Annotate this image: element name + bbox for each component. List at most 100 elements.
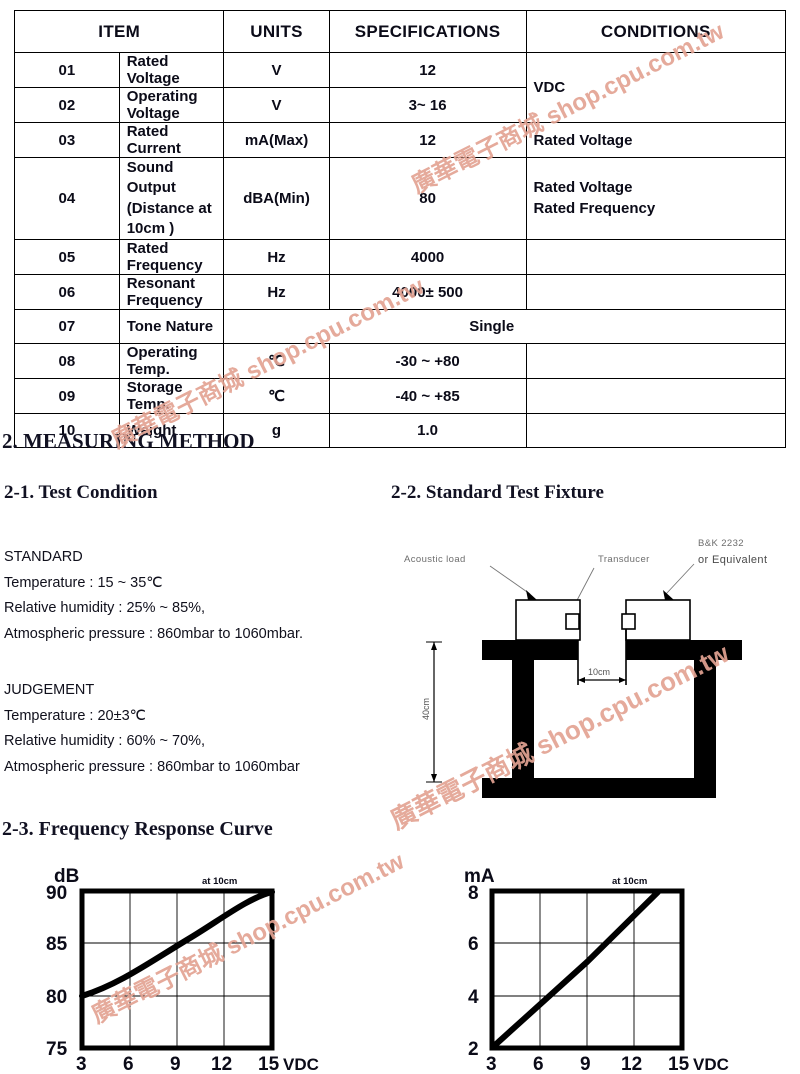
standard-test-fixture-diagram: Acoustic load Transducer B&K 2232 or Equ… (398, 520, 794, 805)
judgement-conditions-block: JUDGEMENT Temperature : 20±3℃ Relative h… (4, 678, 300, 780)
row-item: Operating Temp. (118, 343, 225, 379)
specifications-table: ITEM UNITS SPECIFICATIONS CONDITIONS 01 … (13, 10, 787, 448)
table-row: 03 Rated Current mA(Max) 12 Rated Voltag… (14, 122, 787, 158)
row-number: 08 (14, 343, 120, 379)
chart-db-annotation: at 10cm (202, 876, 237, 887)
table-row: 07 Tone Nature Single (14, 309, 786, 344)
row-specification: -40 ~ +85 (328, 378, 527, 414)
column-header-conditions: CONDITIONS (525, 10, 787, 53)
table-header-row: ITEM UNITS SPECIFICATIONS CONDITIONS (13, 10, 787, 53)
heading-measuring-method: 2. MEASURING METHOD (2, 429, 255, 453)
chart-ma-xtick-15: 15 (668, 1054, 690, 1070)
chart-ma-xtick-3: 3 (486, 1054, 497, 1070)
row-condition-line1: Rated Voltage (533, 179, 633, 197)
standard-title: STANDARD (4, 549, 83, 565)
row-condition: Rated Voltage (525, 122, 787, 158)
row-item: Rated Frequency (118, 239, 225, 275)
row-condition: Rated Voltage Rated Frequency (525, 157, 787, 240)
chart-ma-xlabel: VDC (693, 1055, 729, 1070)
table-row: 01 Rated Voltage V 12 VDC (14, 52, 787, 123)
row-item-line1: Sound Output (126, 159, 176, 197)
chart-db-xtick-9: 9 (170, 1054, 181, 1070)
judgement-humidity: Relative humidity : 60% ~ 70%, (4, 733, 206, 749)
row-item-line2: (Distance at 10cm ) (126, 199, 212, 237)
row-number: 04 (14, 157, 120, 240)
row-item: Tone Nature (118, 309, 225, 344)
chart-ma-ytick-6: 6 (468, 934, 479, 955)
table-row: 04 Sound Output (Distance at 10cm ) dBA(… (14, 157, 787, 240)
row-specification: 80 (328, 157, 527, 240)
row-condition (525, 413, 787, 448)
table-row: 08 Operating Temp. ℃ -30 ~ +80 (14, 343, 787, 379)
row-item: Resonant Frequency (118, 274, 225, 310)
row-specification: Single (223, 309, 786, 344)
chart-ma-line (491, 889, 661, 1049)
row-number: 02 (14, 87, 120, 123)
fixture-label-bk-model-line1: B&K 2232 (698, 538, 744, 549)
fixture-leader-arrows (526, 590, 674, 600)
row-item: Rated Voltage (118, 52, 225, 88)
chart-db-xtick-6: 6 (123, 1054, 134, 1070)
standard-pressure: Atmospheric pressure : 860mbar to 1060mb… (4, 625, 304, 642)
standard-conditions-block: STANDARD Temperature : 15 ~ 35℃ Relative… (4, 545, 303, 647)
column-header-units: UNITS (223, 10, 330, 53)
heading-frequency-response-curve: 2-3. Frequency Response Curve (2, 818, 273, 840)
chart-db-xtick-3: 3 (76, 1054, 87, 1070)
table-row: 09 Storage Temp. ℃ -40 ~ +85 (14, 378, 787, 414)
fixture-dimension-vertical-label: 40cm (421, 698, 431, 720)
row-condition: VDC (525, 52, 787, 123)
row-number: 07 (14, 309, 120, 344)
fixture-dimension-horizontal: 10cm (578, 667, 626, 683)
row-condition (525, 239, 787, 275)
judgement-temperature: Temperature : 20±3℃ (4, 707, 146, 724)
row-specification: 4000± 500 (328, 274, 527, 310)
row-condition (525, 378, 787, 414)
fixture-right-nub (621, 613, 636, 630)
row-number: 03 (14, 122, 120, 158)
standard-temperature: Temperature : 15 ~ 35℃ (4, 574, 163, 591)
row-units: V (223, 87, 330, 123)
fixture-left-nub (565, 613, 580, 630)
judgement-title: JUDGEMENT (4, 682, 95, 698)
row-units: ℃ (223, 343, 330, 379)
row-condition (525, 343, 787, 379)
row-number: 06 (14, 274, 120, 310)
row-number: 09 (14, 378, 120, 414)
chart-db-ytick-80: 80 (46, 987, 67, 1008)
heading-standard-test-fixture: 2-2. Standard Test Fixture (391, 482, 604, 503)
chart-db-xlabel: VDC (283, 1055, 319, 1070)
judgement-pressure: Atmospheric pressure : 860mbar to 1060mb… (4, 758, 300, 775)
row-units: dBA(Min) (223, 157, 330, 240)
row-number: 05 (14, 239, 120, 275)
row-specification: -30 ~ +80 (328, 343, 527, 379)
table-row: 05 Rated Frequency Hz 4000 (14, 239, 787, 275)
row-number: 01 (14, 52, 120, 88)
column-header-specifications: SPECIFICATIONS (328, 10, 527, 53)
chart-ma-ytick-2: 2 (468, 1039, 479, 1060)
fixture-label-acoustic-load: Acoustic load (404, 554, 466, 565)
row-item: Storage Temp. (118, 378, 225, 414)
chart-ma-ytick-8: 8 (468, 883, 479, 904)
chart-db-vs-vdc: dB at 10cm 90 85 80 75 3 6 9 12 15 VDC (40, 858, 340, 1070)
table-row: 06 Resonant Frequency Hz 4000± 500 (14, 274, 787, 310)
chart-ma-annotation: at 10cm (612, 876, 647, 887)
chart-ma-xtick-6: 6 (533, 1054, 544, 1070)
chart-db-xtick-12: 12 (211, 1054, 232, 1070)
row-condition-line2: Rated Frequency (533, 199, 656, 217)
chart-db-ytick-90: 90 (46, 883, 67, 904)
row-specification: 12 (328, 122, 527, 158)
row-item: Sound Output (Distance at 10cm ) (118, 157, 225, 240)
chart-ma-xtick-9: 9 (580, 1054, 591, 1070)
row-item: Rated Current (118, 122, 225, 158)
chart-db-ytick-85: 85 (46, 934, 68, 955)
chart-ma-xtick-12: 12 (621, 1054, 642, 1070)
chart-db-gridlines (82, 891, 272, 1048)
row-specification: 1.0 (328, 413, 527, 448)
row-units: ℃ (223, 378, 330, 414)
row-units: V (223, 52, 330, 88)
fixture-label-bk-model-line2: or Equivalent (698, 554, 767, 566)
row-specification: 3~ 16 (328, 87, 527, 123)
fixture-dimension-vertical: 40cm (421, 641, 442, 783)
heading-test-condition: 2-1. Test Condition (4, 482, 158, 503)
fixture-structure (482, 640, 742, 798)
